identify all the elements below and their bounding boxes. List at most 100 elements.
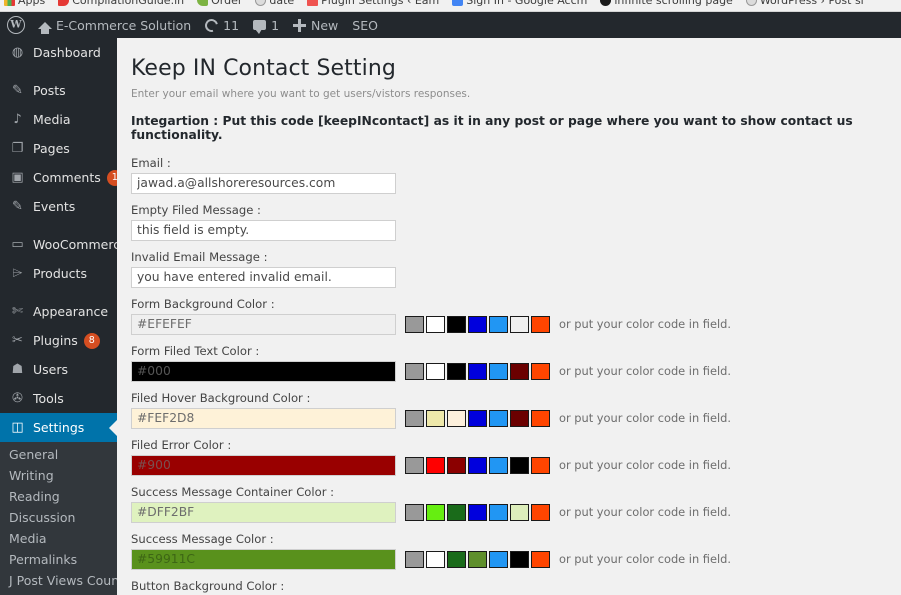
bookmark-item[interactable]: Plugin Settings ‹ Eam [307,0,439,7]
color-swatch-button[interactable] [510,362,529,380]
email-field[interactable] [131,172,396,194]
new-content-menu[interactable]: New [286,12,345,38]
color-swatch-button[interactable] [468,550,487,568]
updates-icon [202,16,221,34]
color-swatch-button[interactable] [489,315,508,333]
color-swatch-button[interactable] [468,362,487,380]
color-swatch-button[interactable] [510,315,529,333]
sidebar-item-woocommerce[interactable]: ▭ WooCommerce [0,230,117,259]
color-swatch-button[interactable] [405,409,424,427]
color-swatch-button[interactable] [426,550,445,568]
color-swatch-button[interactable] [531,503,550,521]
color-swatch-button[interactable] [447,409,466,427]
bookmark-item[interactable]: infinite scrolling page [600,0,733,7]
color-swatch-button[interactable] [405,456,424,474]
bookmark-item[interactable]: Sign In - Google Accm [452,0,587,7]
color-hint-text: or put your color code in field. [559,505,732,520]
menu-badge-count: 8 [83,332,100,349]
bookmark-label: CompilationGuide.in [72,0,185,7]
sidebar-item-label: Products [33,266,87,281]
success-message-color-field[interactable] [131,548,396,570]
color-swatch-button[interactable] [426,409,445,427]
page-title: Keep IN Contact Setting [131,56,396,81]
color-swatch-button[interactable] [405,503,424,521]
sidebar-item-comments[interactable]: ▣ Comments 1 [0,163,117,192]
color-swatch-button[interactable] [468,456,487,474]
color-swatch-button[interactable] [447,362,466,380]
color-swatch-button[interactable] [468,315,487,333]
empty-field-message-field[interactable] [131,219,396,241]
brush-icon: ✄ [12,304,23,319]
color-swatch-button[interactable] [489,362,508,380]
sidebar-item-pages[interactable]: ❐ Pages [0,134,117,163]
submenu-item-reading[interactable]: Reading [0,486,117,507]
submenu-item-j-post-views-counter[interactable]: J Post Views Counter [0,570,117,591]
sidebar-item-appearance[interactable]: ✄ Appearance [0,297,117,326]
color-swatch-button[interactable] [531,409,550,427]
color-swatch-button[interactable] [447,315,466,333]
color-swatch-button[interactable] [426,456,445,474]
color-swatch-button[interactable] [510,503,529,521]
color-swatch-button[interactable] [447,550,466,568]
field-error-color-field[interactable] [131,454,396,476]
color-swatch-button[interactable] [468,503,487,521]
color-swatch-button[interactable] [489,503,508,521]
color-swatch-button[interactable] [531,315,550,333]
sidebar-item-media[interactable]: ♪ Media [0,105,117,134]
submenu-item-general[interactable]: General [0,444,117,465]
field-label: Filed Hover Background Color : [131,390,311,405]
media-icon: ♪ [13,112,22,127]
sidebar-item-tools[interactable]: ✇ Tools [0,384,117,413]
sidebar-item-posts[interactable]: ✎ Posts [0,76,117,105]
color-swatch-button[interactable] [447,503,466,521]
updates-menu[interactable]: 11 [198,12,246,38]
field-label: Success Message Container Color : [131,484,335,499]
color-swatch-button[interactable] [468,409,487,427]
color-swatch-button[interactable] [426,362,445,380]
color-swatch-button[interactable] [405,315,424,333]
bookmark-item[interactable]: Apps [4,0,45,7]
bookmark-label: infinite scrolling page [614,0,733,7]
field-hover-background-color-field[interactable] [131,407,396,429]
sidebar-item-dashboard[interactable]: ◍ Dashboard [0,38,117,67]
color-swatch-button[interactable] [405,362,424,380]
sidebar-item-settings[interactable]: ◫ Settings [0,413,117,442]
sidebar-item-label: WooCommerce [33,237,117,252]
color-swatch-button[interactable] [489,456,508,474]
submenu-item-media[interactable]: Media [0,528,117,549]
sidebar-item-products[interactable]: ⌲ Products [0,259,117,288]
bookmark-item[interactable]: Order [197,0,242,7]
success-message-container-color-field[interactable] [131,501,396,523]
color-swatch-button[interactable] [510,456,529,474]
bookmark-item[interactable]: CompilationGuide.in [58,0,184,7]
color-swatch-button[interactable] [510,550,529,568]
form-field-text-color-field[interactable] [131,360,396,382]
color-swatch-button[interactable] [531,550,550,568]
color-swatch-button[interactable] [405,550,424,568]
wp-logo-button[interactable] [0,12,31,38]
color-swatch-button[interactable] [426,503,445,521]
sidebar-item-users[interactable]: ☗ Users [0,355,117,384]
site-name-menu[interactable]: E-Commerce Solution [31,12,198,38]
invalid-email-message-field[interactable] [131,266,396,288]
submenu-item-writing[interactable]: Writing [0,465,117,486]
submenu-item-permalinks[interactable]: Permalinks [0,549,117,570]
color-swatch-button[interactable] [531,456,550,474]
integration-instructions: Integartion : Put this code [keepINconta… [131,113,853,142]
bookmark-item[interactable]: date [255,0,294,7]
color-swatch-button[interactable] [489,409,508,427]
sidebar-item-plugins[interactable]: ✂ Plugins 8 [0,326,117,355]
color-swatch-button[interactable] [489,550,508,568]
color-swatch-button[interactable] [531,362,550,380]
seo-menu[interactable]: SEO [345,12,385,38]
bookmark-item[interactable]: WordPress › Post sl [745,0,864,7]
comments-menu[interactable]: 1 [246,12,286,38]
color-swatch-button[interactable] [447,456,466,474]
form-background-color-field[interactable] [131,313,396,335]
field-group: Invalid Email Message : [131,250,901,288]
submenu-item-keep-in-contact[interactable]: Keep IN Contact [0,591,117,595]
color-swatch-button[interactable] [510,409,529,427]
sidebar-item-events[interactable]: ✎ Events [0,192,117,221]
color-swatch-button[interactable] [426,315,445,333]
submenu-item-discussion[interactable]: Discussion [0,507,117,528]
